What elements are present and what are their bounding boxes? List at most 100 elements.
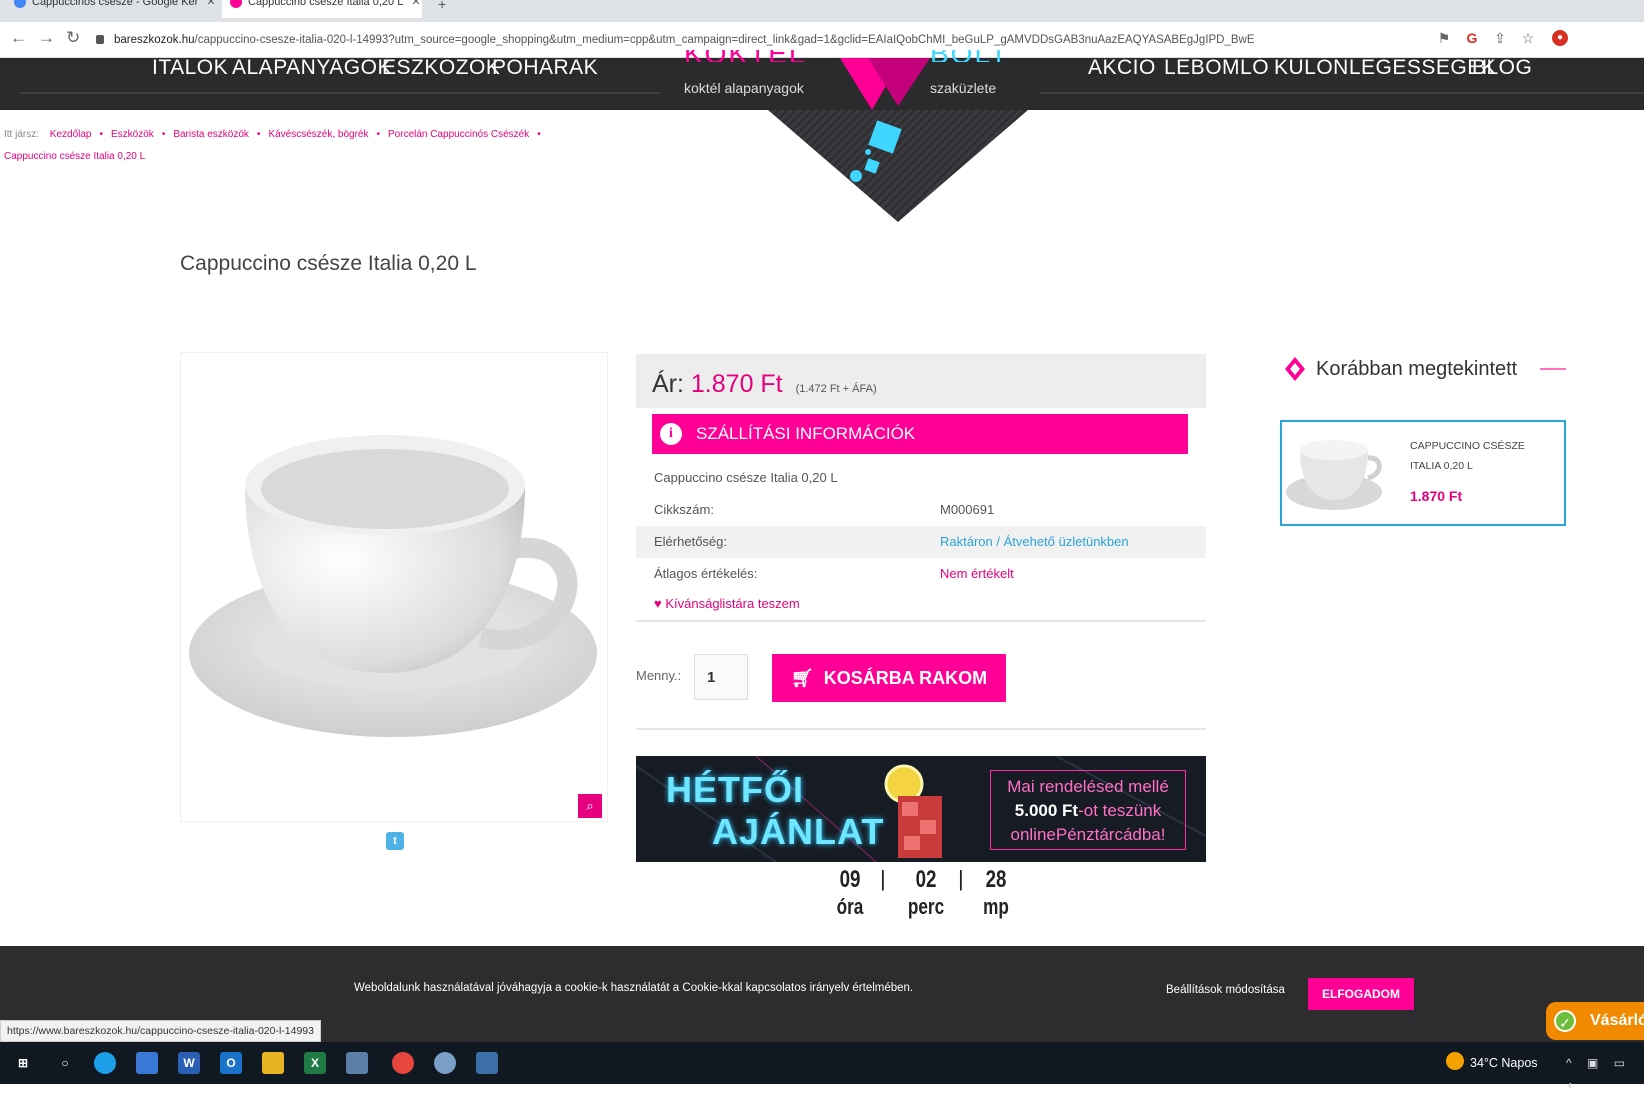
browser-tab-bar: Cappuccinos csésze - Google Ker ✕ Cappucc… [0,0,1644,22]
countdown-seconds-label: mp [983,894,1009,919]
address-bar-row: ← → ↻ bareszkozok.hu/cappuccino-csesze-i… [0,22,1644,58]
divider [636,620,1206,622]
product-image[interactable] [180,352,608,822]
banner-offer-line1: Mai rendelésed mellé [1007,777,1169,796]
tab-label: Cappuccino csésze Italia 0,20 L [248,0,404,8]
url-path: /cappuccino-csesze-italia-020-l-14993?ut… [194,34,1255,46]
recent-cup-thumbnail [1286,440,1382,510]
edge-icon[interactable] [94,1052,116,1074]
countdown-separator: | [958,866,964,891]
app-icon[interactable] [346,1052,368,1074]
reload-icon[interactable]: ↻ [66,28,80,48]
price-label: Ár: [652,370,684,398]
breadcrumb-item[interactable]: Barista eszközök [173,129,249,140]
banner-offer-amount: 5.000 Ft [1014,801,1079,820]
forward-arrow-icon[interactable]: → [38,28,55,48]
nav-kulonlegessegek[interactable]: KÜLÖNLEGESSÉGEK [1274,56,1496,80]
availability-label: Elérhetőség: [654,534,727,549]
nav-akcio[interactable]: AKCIÓ [1088,56,1156,80]
google-extension-icon[interactable]: G [1464,30,1480,46]
logo-subtitle-left: koktél alapanyagok [684,80,804,96]
store-icon[interactable] [136,1052,158,1074]
site-favicon-icon [230,0,242,9]
product-name-row: Cappuccino csésze Italia 0,20 L [636,462,1206,494]
url-field[interactable]: bareszkozok.hu/cappuccino-csesze-italia-… [96,28,1496,52]
rating-value: Nem értékelt [940,566,1014,581]
url-host: bareszkozok.hu [114,34,195,46]
add-to-cart-label: KOSÁRBA RAKOM [823,668,988,688]
windows-start-icon[interactable]: ⊞ [12,1052,34,1074]
nav-alapanyagok[interactable]: ALAPANYAGOK [232,56,392,80]
word-icon[interactable]: W [178,1052,200,1074]
share-icon[interactable]: ⇪ [1492,30,1508,46]
countdown-separator: | [880,866,886,891]
sku-row: Cikkszám: M000691 [636,494,1206,526]
file-explorer-icon[interactable] [262,1052,284,1074]
cup-illustration [189,435,597,737]
quantity-label: Menny.: [636,668,682,683]
logo-word-right: BOLT [930,50,1009,62]
profile-avatar-icon[interactable]: ● [1552,30,1568,46]
breadcrumb: Itt jársz: Kezdőlap • Eszközök • Barista esz… [4,124,684,168]
price-value: 1.870 Ft [690,370,783,398]
google-icon [14,0,26,9]
close-tab-icon[interactable]: ✕ [411,0,420,8]
calculator-icon[interactable] [476,1052,498,1074]
breadcrumb-separator: • [256,129,261,140]
breadcrumb-item[interactable]: Kezdőlap [50,129,92,140]
brand-diamond-icon [1285,357,1305,381]
banner-offer-box: Mai rendelésed mellé 5.000 Ft-ot teszünk… [990,770,1186,850]
back-arrow-icon[interactable]: ← [10,28,27,48]
chrome-icon[interactable] [392,1052,414,1074]
nav-italok[interactable]: ITALOK [152,56,228,80]
app-icon[interactable] [434,1052,456,1074]
breadcrumb-item[interactable]: Kávéscsészék, bögrék [268,129,368,140]
recent-item-price: 1.870 Ft [1410,488,1463,504]
excel-icon[interactable]: X [304,1052,326,1074]
nav-eszkozok[interactable]: ESZKÖZÖK [382,56,500,80]
wishlist-link[interactable]: ♥ Kívánságlistára teszem [654,596,800,611]
page-title: Cappuccino csésze Italia 0,20 L [180,252,477,275]
cookie-accept-button[interactable]: ELFOGADOM [1308,978,1414,1010]
banner-offer-line2: -ot teszünk [1078,801,1162,820]
search-icon[interactable]: ○ [54,1052,76,1074]
availability-row: Elérhetőség: Raktáron / Átvehető üzletün… [636,526,1206,558]
availability-value[interactable]: Raktáron / Átvehető üzletünkben [940,526,1129,558]
close-tab-icon[interactable]: ✕ [206,0,214,8]
collapse-icon[interactable] [1540,368,1566,370]
browser-tab-product[interactable]: Cappuccino csésze Italia 0,20 L ✕ [222,0,422,18]
new-tab-button[interactable]: + [438,0,446,12]
add-to-cart-button[interactable]: 🛒︎ KOSÁRBA RAKOM [772,654,1006,702]
cart-icon: 🛒︎ [790,668,814,688]
sku-label: Cikkszám: [654,502,714,517]
breadcrumb-separator: • [161,129,166,140]
breadcrumb-separator: • [99,129,104,140]
breadcrumb-separator: • [376,129,381,140]
recent-item-name[interactable]: CAPPUCCINO CSÉSZE ITALIA 0,20 L [1410,436,1550,476]
system-tray-icons[interactable]: ^ ▣ ▭ ◖ [1566,1052,1644,1096]
weather-text[interactable]: 34°C Napos [1470,1052,1538,1074]
zoom-icon[interactable]: ⌕ [578,794,602,818]
breadcrumb-item[interactable]: Porcelán Cappuccinós Csészék [388,129,529,140]
cookie-settings-link[interactable]: Beállítások módosítása [1166,984,1285,996]
nav-lebomlo[interactable]: LEBOMLÓ [1164,56,1269,80]
quantity-input[interactable] [694,654,748,700]
countdown-minutes-label: perc [907,894,945,919]
cookie-text: Weboldalunk használatával jóváhagyja a c… [354,982,914,994]
breadcrumb-item[interactable]: Eszközök [111,129,154,140]
outlook-icon[interactable]: O [220,1052,242,1074]
translate-icon[interactable]: ⚑ [1436,30,1452,46]
heart-icon: ♥ [654,596,662,611]
tab-label: Cappuccinos csésze - Google Ker [32,0,199,8]
browser-tab-google[interactable]: Cappuccinos csésze - Google Ker ✕ [14,0,214,18]
countdown-hours-label: óra [836,894,864,919]
bookmark-star-icon[interactable]: ☆ [1520,30,1536,46]
wishlist-label: Kívánságlistára teszem [665,596,800,611]
rating-row: Átlagos értékelés: Nem értékelt [636,558,1206,590]
nav-blog[interactable]: BLOG [1472,56,1532,80]
twitter-share-icon[interactable]: t [386,832,404,850]
logo-subtitle-right: szaküzlete [930,80,997,96]
breadcrumb-current: Cappuccino csésze Italia 0,20 L [4,151,146,162]
nav-poharak[interactable]: POHARAK [492,56,598,80]
shipping-info-button[interactable]: SZÁLLÍTÁSI INFORMÁCIÓK [652,414,1188,454]
